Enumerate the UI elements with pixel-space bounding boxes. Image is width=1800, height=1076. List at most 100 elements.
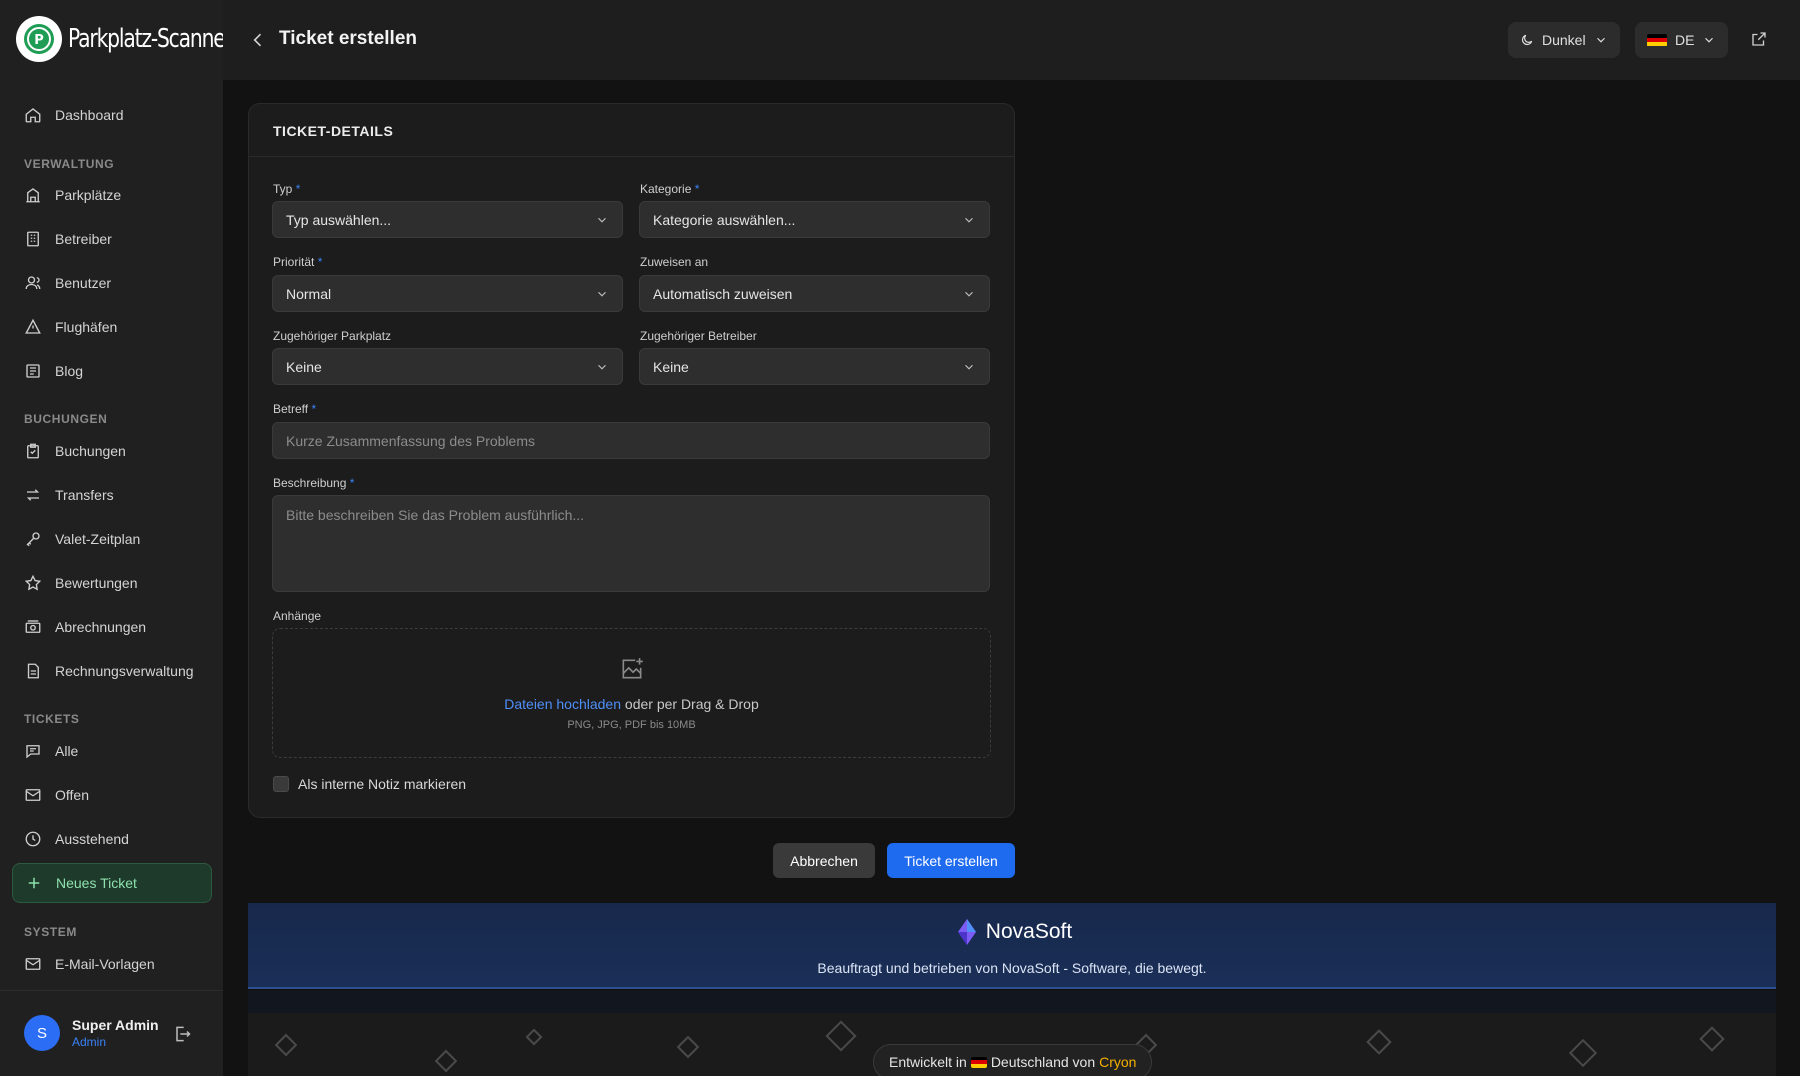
sidebar-item-dashboard[interactable]: Dashboard — [12, 95, 212, 135]
triangle-icon — [25, 318, 41, 334]
chevron-down-icon — [965, 364, 973, 370]
footer: Entwickelt in Deutschland von Cryon — [248, 1013, 1776, 1076]
sidebar-item-rechnungen[interactable]: Rechnungsverwaltung — [12, 651, 212, 691]
banner-brand: NovaSoft — [985, 920, 1073, 943]
sidebar-item-offen[interactable]: Offen — [12, 775, 212, 815]
sidebar-item-label: Buchungen — [55, 443, 126, 459]
betreiber-select[interactable]: Keine — [639, 348, 990, 385]
nav-section-verwaltung: VERWALTUNG — [24, 157, 115, 171]
anhaenge-label: Anhänge — [273, 609, 322, 623]
parking-logo-icon: P — [16, 16, 62, 62]
home-icon — [25, 108, 41, 123]
topbar: Ticket erstellen Dunkel DE — [223, 0, 1800, 80]
made-in-badge[interactable]: Entwickelt in Deutschland von Cryon — [873, 1044, 1153, 1076]
zuweisen-select[interactable]: Automatisch zuweisen — [639, 275, 990, 312]
kategorie-label: Kategorie * — [640, 182, 700, 196]
typ-select[interactable]: Typ auswählen... — [272, 201, 623, 238]
users-icon — [25, 276, 41, 290]
card-title: TICKET-DETAILS — [249, 104, 1014, 157]
sidebar-item-label: Offen — [55, 787, 89, 803]
internal-note-checkbox[interactable] — [273, 776, 289, 792]
internal-note-label: Als interne Notiz markieren — [298, 776, 467, 792]
file-dropzone[interactable]: Dateien hochladen oder per Drag & Drop P… — [272, 628, 991, 758]
sidebar-item-label: Transfers — [55, 487, 114, 503]
sidebar-item-label: Dashboard — [55, 107, 124, 123]
sidebar-item-betreiber[interactable]: Betreiber — [12, 219, 212, 259]
sidebar: P Parkplatz-Scanner Dashboard VERWALTUNG… — [0, 0, 233, 1076]
decorative-diamond-icon — [676, 1035, 700, 1059]
betreiber-label: Zugehöriger Betreiber — [640, 329, 757, 343]
language-select[interactable]: DE — [1635, 22, 1729, 58]
clock-icon — [25, 831, 41, 847]
ticket-details-card: TICKET-DETAILS Typ * Typ auswählen... Ka… — [248, 103, 1015, 818]
decorative-diamond-icon — [1699, 1026, 1725, 1052]
sidebar-item-label: Flughäfen — [55, 319, 118, 335]
sidebar-item-label: Betreiber — [55, 231, 112, 247]
external-link-icon[interactable] — [1750, 30, 1768, 48]
theme-label: Dunkel — [1542, 32, 1586, 48]
chevron-down-icon — [1596, 37, 1605, 43]
theme-toggle[interactable]: Dunkel — [1508, 22, 1620, 58]
sidebar-item-label: Blog — [55, 363, 84, 379]
decorative-diamond-icon — [825, 1020, 857, 1052]
user-role: Admin — [72, 1035, 107, 1049]
sidebar-item-valet[interactable]: Valet-Zeitplan — [12, 519, 212, 559]
sidebar-item-blog[interactable]: Blog — [12, 351, 212, 391]
sidebar-item-bewertungen[interactable]: Bewertungen — [12, 563, 212, 603]
parkplatz-label: Zugehöriger Parkplatz — [273, 329, 392, 343]
kategorie-select[interactable]: Kategorie auswählen... — [639, 201, 990, 238]
brand-name: Parkplatz-Scanner — [68, 24, 233, 54]
sidebar-item-label: Ausstehend — [55, 831, 129, 847]
parkplatz-select[interactable]: Keine — [272, 348, 623, 385]
sidebar-item-label: Bewertungen — [55, 575, 138, 591]
beschreibung-textarea[interactable] — [272, 495, 990, 592]
sidebar-item-label: Benutzer — [55, 275, 112, 291]
sidebar-item-abrechnungen[interactable]: Abrechnungen — [12, 607, 212, 647]
mail-icon — [25, 789, 41, 801]
chevron-down-icon — [965, 291, 973, 297]
sidebar-item-buchungen[interactable]: Buchungen — [12, 431, 212, 471]
sidebar-item-parkplaetze[interactable]: Parkplätze — [12, 175, 212, 215]
cancel-button[interactable]: Abbrechen — [773, 843, 875, 878]
sidebar-item-alle[interactable]: Alle — [12, 731, 212, 771]
sidebar-item-label: Neues Ticket — [56, 875, 137, 891]
sidebar-item-flughaefen[interactable]: Flughäfen — [12, 307, 212, 347]
back-chevron-icon[interactable] — [248, 30, 268, 50]
prioritaet-select[interactable]: Normal — [272, 275, 623, 312]
sidebar-divider — [0, 990, 223, 991]
newspaper-icon — [26, 364, 40, 378]
banner-tagline: Beauftragt und betrieben von NovaSoft - … — [817, 960, 1207, 976]
chevron-down-icon — [1705, 37, 1714, 43]
mail-icon — [25, 958, 41, 970]
decorative-diamond-icon — [274, 1033, 298, 1057]
upload-link[interactable]: Dateien hochladen — [504, 696, 621, 712]
cash-icon — [25, 620, 41, 633]
sidebar-item-transfers[interactable]: Transfers — [12, 475, 212, 515]
sidebar-item-email-vorlagen[interactable]: E-Mail-Vorlagen — [12, 944, 212, 984]
user-name: Super Admin — [72, 1017, 159, 1033]
cryon-link[interactable]: Cryon — [1099, 1054, 1136, 1070]
page-title: Ticket erstellen — [279, 28, 418, 49]
sidebar-item-neues-ticket[interactable]: Neues Ticket — [12, 863, 212, 903]
sidebar-item-benutzer[interactable]: Benutzer — [12, 263, 212, 303]
building-icon — [26, 188, 40, 203]
sidebar-item-label: Parkplätze — [55, 187, 122, 203]
decorative-diamond-icon — [1366, 1029, 1392, 1055]
sidebar-item-label: Valet-Zeitplan — [55, 531, 141, 547]
betreff-input[interactable] — [272, 422, 990, 459]
germany-flag-icon — [1647, 33, 1667, 47]
sidebar-item-ausstehend[interactable]: Ausstehend — [12, 819, 212, 859]
key-icon — [26, 532, 40, 547]
user-profile[interactable]: S Super Admin Admin — [24, 1015, 159, 1051]
chevron-down-icon — [598, 291, 606, 297]
clipboard-icon — [27, 443, 39, 459]
germany-flag-icon — [970, 1056, 987, 1068]
arrows-icon — [26, 489, 40, 501]
svg-text:P: P — [34, 33, 44, 48]
plus-icon — [28, 877, 40, 889]
logout-icon[interactable] — [172, 1024, 192, 1044]
create-ticket-button[interactable]: Ticket erstellen — [887, 843, 1015, 878]
prioritaet-label: Priorität * — [273, 255, 323, 269]
sidebar-item-label: Alle — [55, 743, 79, 759]
beschreibung-label: Beschreibung * — [273, 476, 355, 490]
